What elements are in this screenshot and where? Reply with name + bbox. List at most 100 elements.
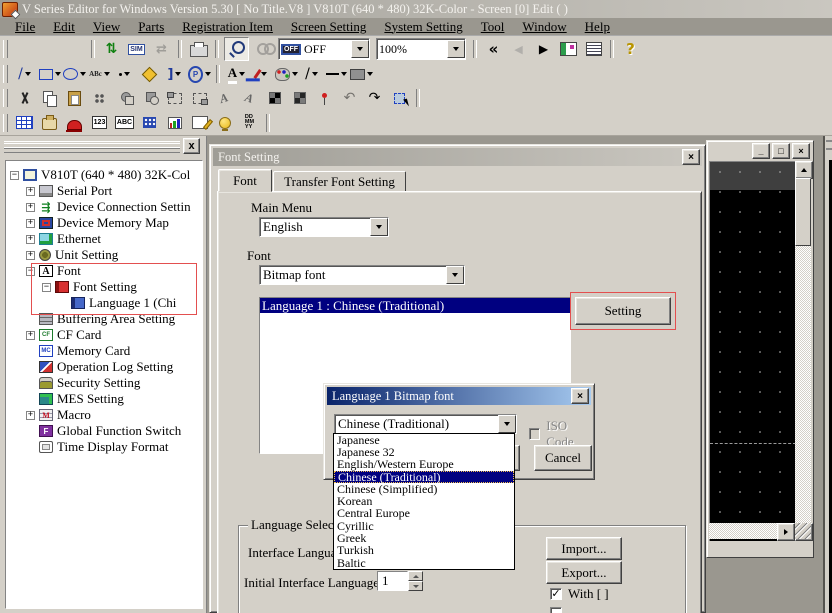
scroll-right-icon[interactable] <box>777 523 795 541</box>
font-color-button[interactable]: A <box>225 63 248 85</box>
tree-item-ethernet[interactable]: +Ethernet <box>26 231 101 247</box>
chevron-down-icon[interactable] <box>446 266 464 284</box>
tree-item-unit-setting[interactable]: +Unit Setting <box>26 247 118 263</box>
toolbar-grip[interactable] <box>3 89 8 107</box>
tree-item-security-setting[interactable]: Security Setting <box>26 375 140 391</box>
screen-canvas[interactable] <box>709 161 797 543</box>
switch-button[interactable] <box>38 112 61 134</box>
minimize-icon[interactable]: _ <box>752 143 770 159</box>
close-icon[interactable]: × <box>792 143 810 159</box>
cropped-checkbox[interactable] <box>550 607 562 613</box>
with-brackets-checkbox[interactable]: With [ ] <box>550 586 609 602</box>
select-button[interactable] <box>388 87 411 109</box>
screen-window-titlebar[interactable]: _ □ × <box>709 143 811 159</box>
alarm-button[interactable] <box>63 112 86 134</box>
next-screen-button[interactable]: ▶ <box>532 38 555 60</box>
export-button[interactable]: Export... <box>546 561 622 584</box>
chevron-down-icon[interactable] <box>370 218 388 236</box>
spin-down-icon[interactable] <box>408 581 423 591</box>
menu-system-setting[interactable]: System Setting <box>375 19 471 35</box>
tree-item-cf-card[interactable]: +CFCF Card <box>26 327 101 343</box>
dropdown-caret-icon[interactable] <box>25 72 31 76</box>
save-file-button[interactable] <box>63 38 86 60</box>
collapse-icon[interactable]: − <box>26 267 35 276</box>
import-button[interactable]: Import... <box>546 537 622 560</box>
menu-window[interactable]: Window <box>513 19 575 35</box>
tree-item-font-setting[interactable]: −Font Setting <box>42 279 137 295</box>
line-style-button[interactable]: / <box>300 63 323 85</box>
dropdown-caret-icon[interactable] <box>205 72 211 76</box>
tree-item-device-connection-settin[interactable]: +⇶Device Connection Settin <box>26 199 191 215</box>
setting-button[interactable]: Setting <box>575 297 671 325</box>
open-file-button[interactable] <box>38 38 61 60</box>
dropdown-caret-icon[interactable] <box>367 72 373 76</box>
bitmap-dialog-close-icon[interactable]: × <box>571 388 589 404</box>
checkbox-icon[interactable] <box>550 607 562 613</box>
bracket-tool-button[interactable]: ] <box>163 63 186 85</box>
statistic-button[interactable] <box>188 112 211 134</box>
toolbar-grip[interactable] <box>3 65 8 83</box>
chevron-down-icon[interactable] <box>498 415 516 433</box>
collapse-icon[interactable]: − <box>10 171 19 180</box>
tile-b-button[interactable] <box>288 87 311 109</box>
menu-edit[interactable]: Edit <box>44 19 84 35</box>
collapse-icon[interactable]: − <box>42 283 51 292</box>
dot-tool-button[interactable] <box>113 63 136 85</box>
merge-square-button[interactable] <box>138 87 161 109</box>
tree-item-global-function-switch[interactable]: FGlobal Function Switch <box>26 423 181 439</box>
dropdown-caret-icon[interactable] <box>292 72 298 76</box>
cut-button[interactable] <box>13 87 36 109</box>
date-button[interactable]: DD MM YY <box>238 112 261 134</box>
panel-close-button[interactable]: x <box>183 138 200 154</box>
bitmap-dialog-titlebar[interactable]: Language 1 Bitmap font × <box>327 387 591 405</box>
clip-in-button[interactable] <box>163 87 186 109</box>
menu-view[interactable]: View <box>84 19 129 35</box>
dropdown-caret-icon[interactable] <box>104 72 110 76</box>
expand-icon[interactable]: + <box>26 331 35 340</box>
paste-button[interactable] <box>63 87 86 109</box>
pen-tool-button[interactable] <box>250 63 273 85</box>
zoom-button[interactable] <box>224 37 249 61</box>
group-button[interactable] <box>88 87 111 109</box>
menu-registration-item[interactable]: Registration Item <box>173 19 282 35</box>
font-dialog-close-icon[interactable]: × <box>682 149 700 165</box>
vertical-scrollbar[interactable] <box>795 161 811 541</box>
bitmap-font-combobox[interactable]: Chinese (Traditional) <box>334 414 517 434</box>
checkbox-checked-icon[interactable] <box>550 588 562 600</box>
tree-item-time-display-format[interactable]: Time Display Format <box>26 439 168 455</box>
redo-button[interactable]: ↷ <box>363 87 386 109</box>
maximize-icon[interactable]: □ <box>772 143 790 159</box>
rotate-right-button[interactable]: A <box>238 87 261 109</box>
dropdown-caret-icon[interactable] <box>80 72 86 76</box>
undo-button[interactable]: ↶ <box>338 87 361 109</box>
prev-screen-button[interactable]: ◀ <box>507 38 530 60</box>
table-button[interactable] <box>13 112 36 134</box>
line-width-button[interactable] <box>325 63 348 85</box>
expand-icon[interactable]: + <box>26 203 35 212</box>
first-screen-button[interactable]: « <box>482 38 505 60</box>
horizontal-scrollbar[interactable] <box>709 523 795 539</box>
dropdown-caret-icon[interactable] <box>239 72 245 76</box>
tab-font[interactable]: Font <box>218 169 272 192</box>
download-button[interactable]: ⇅ <box>100 38 123 60</box>
upload-button[interactable]: ⇄ <box>150 38 173 60</box>
keypad-button[interactable] <box>138 112 161 134</box>
cancel-button[interactable]: Cancel <box>534 445 592 471</box>
menu-file[interactable]: File <box>6 19 44 35</box>
menu-tool[interactable]: Tool <box>472 19 514 35</box>
rotate-left-button[interactable]: A <box>213 87 236 109</box>
main-menu-combobox[interactable]: English <box>259 217 389 237</box>
menu-screen-setting[interactable]: Screen Setting <box>282 19 375 35</box>
dropdown-caret-icon[interactable] <box>124 72 130 76</box>
expand-icon[interactable]: + <box>26 219 35 228</box>
toolbar-grip[interactable] <box>3 40 8 58</box>
help-button[interactable]: ? <box>619 38 642 60</box>
numdisp-button[interactable]: 123 <box>88 112 111 134</box>
tree-item-buffering-area-setting[interactable]: Buffering Area Setting <box>26 311 175 327</box>
dropdown-caret-icon[interactable] <box>261 72 267 76</box>
merge-circle-button[interactable] <box>113 87 136 109</box>
tile-a-button[interactable] <box>263 87 286 109</box>
language-listbox-selected-row[interactable]: Language 1 : Chinese (Traditional) <box>260 298 570 313</box>
chardisp-button[interactable]: ABC <box>113 112 136 134</box>
new-file-button[interactable] <box>13 38 36 60</box>
